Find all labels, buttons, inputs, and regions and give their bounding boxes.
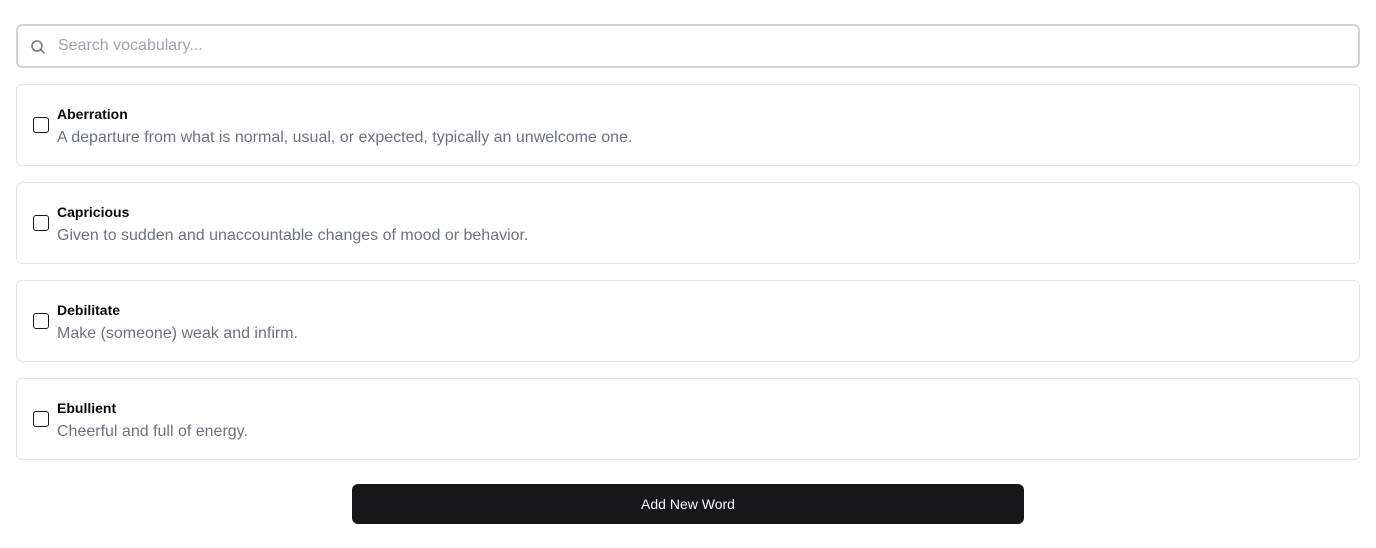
list-item: Capricious Given to sudden and unaccount… xyxy=(16,182,1360,264)
add-new-word-button[interactable]: Add New Word xyxy=(352,484,1024,524)
word-list: Aberration A departure from what is norm… xyxy=(16,84,1360,476)
word-definition: Make (someone) weak and infirm. xyxy=(57,325,298,342)
word-term: Debilitate xyxy=(57,302,121,318)
list-item: Debilitate Make (someone) weak and infir… xyxy=(16,280,1360,362)
list-item: Aberration A departure from what is norm… xyxy=(16,84,1360,166)
word-checkbox[interactable] xyxy=(33,411,49,427)
word-term: Aberration xyxy=(57,106,128,122)
word-checkbox[interactable] xyxy=(33,215,49,231)
list-item: Ebullient Cheerful and full of energy. xyxy=(16,378,1360,460)
word-checkbox[interactable] xyxy=(33,117,49,133)
search-box[interactable] xyxy=(16,24,1360,68)
word-checkbox[interactable] xyxy=(33,313,49,329)
search-input[interactable] xyxy=(58,26,1348,66)
vocabulary-page: Aberration A departure from what is norm… xyxy=(0,0,1376,548)
word-term: Ebullient xyxy=(57,400,117,416)
word-definition: A departure from what is normal, usual, … xyxy=(57,129,633,146)
search-icon xyxy=(30,39,46,55)
word-definition: Given to sudden and unaccountable change… xyxy=(57,227,529,244)
word-definition: Cheerful and full of energy. xyxy=(57,423,248,440)
word-term: Capricious xyxy=(57,204,130,220)
